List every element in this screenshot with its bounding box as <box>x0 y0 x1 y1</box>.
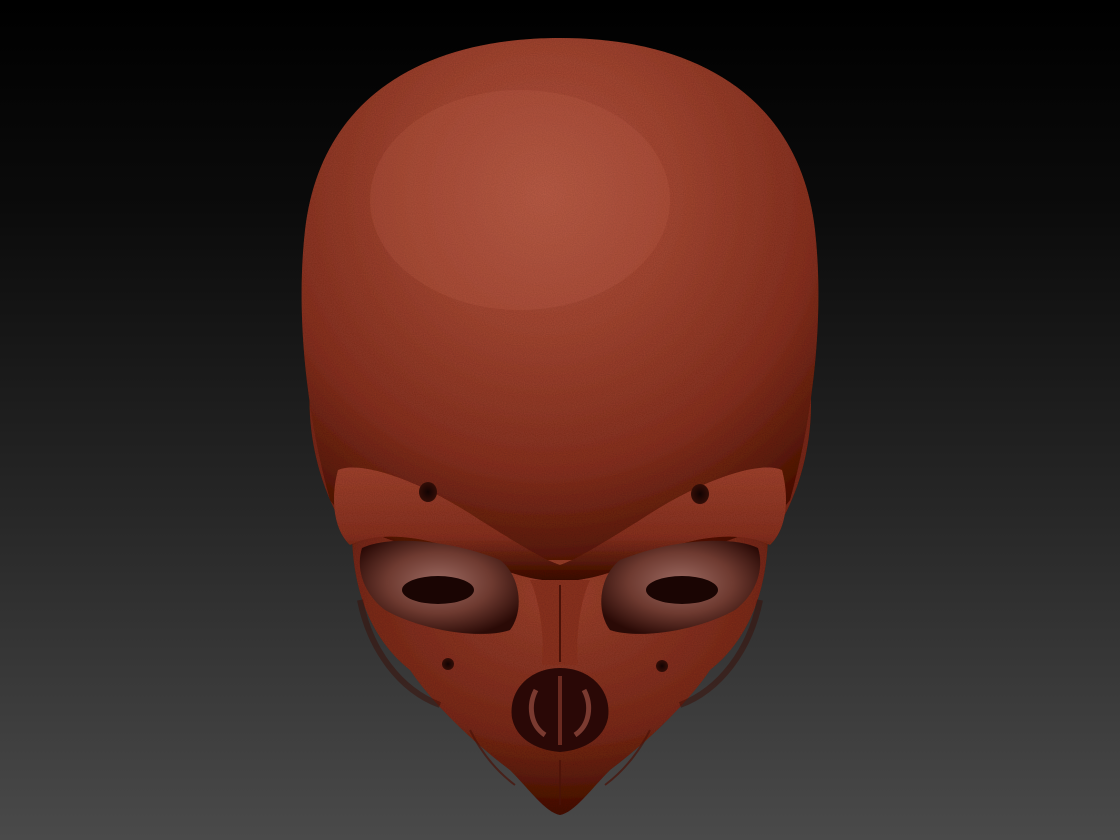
left-supraorbital-foramen <box>419 482 437 502</box>
right-orbital-fissure <box>646 576 718 604</box>
right-supraorbital-foramen <box>691 484 709 504</box>
cranium-highlight <box>370 90 670 310</box>
left-infraorbital-foramen <box>442 658 454 670</box>
skull-render <box>301 38 819 815</box>
left-orbital-fissure <box>402 576 474 604</box>
right-infraorbital-foramen <box>656 660 668 672</box>
sculpt-viewport[interactable] <box>0 0 1120 840</box>
